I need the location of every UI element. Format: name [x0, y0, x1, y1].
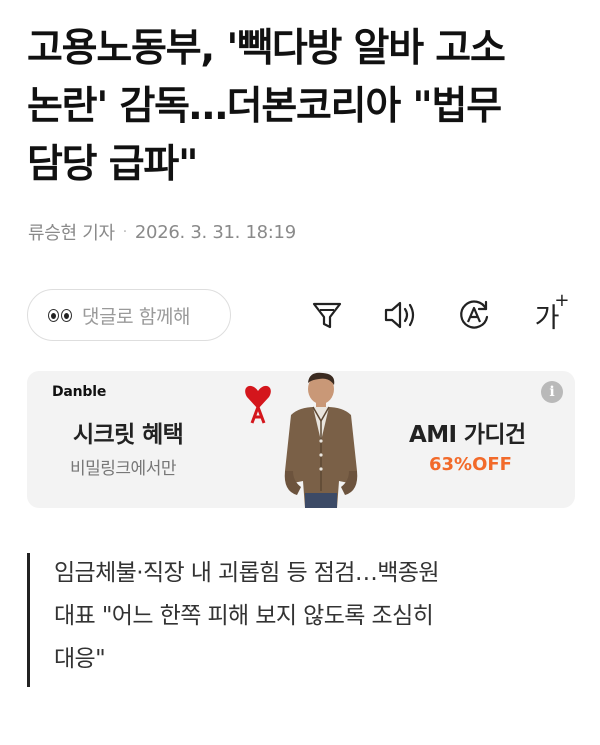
subheadline-line: 대표 "어느 한쪽 피해 보지 않도록 조심히 [54, 603, 434, 629]
author-name[interactable]: 류승현 기자 [28, 219, 115, 245]
font-size-icon[interactable]: 가 + [527, 290, 570, 335]
ami-heart-logo [245, 385, 271, 424]
auto-translate-icon[interactable] [454, 295, 494, 335]
comment-button[interactable]: 댓글로 함께해 [27, 289, 231, 341]
article-headline: 고용노동부, '빽다방 알바 고소 논란' 감독…더본코리아 "법무 담당 급파… [27, 20, 577, 194]
ad-brand: Danble [52, 384, 107, 400]
filter-icon[interactable] [307, 295, 347, 335]
subheadline-line: 임금체불·직장 내 괴롭힘 등 점검…백종원 [54, 560, 440, 586]
article-toolbar: 댓글로 함께해 가 + [27, 289, 577, 341]
ad-product-name: AMI 가디건 [409, 422, 526, 448]
ad-banner[interactable]: Danble i 시크릿 혜택 비밀링크에서만 AMI 가디건 63%OFF [27, 371, 575, 508]
headline-line: 담당 급파" [27, 142, 198, 187]
article-subheadline: 임금체불·직장 내 괴롭힘 등 점검…백종원 대표 "어느 한쪽 피해 보지 않… [27, 553, 577, 687]
ad-info-icon[interactable]: i [541, 381, 563, 403]
headline-line: 논란' 감독…더본코리아 "법무 [27, 84, 502, 129]
meta-separator: · [122, 224, 127, 240]
ad-product-image [245, 372, 358, 508]
ad-subtitle: 비밀링크에서만 [70, 459, 176, 479]
ad-discount: 63%OFF [429, 454, 512, 475]
publish-timestamp: 2026. 3. 31. 18:19 [134, 221, 296, 243]
eyes-icon [48, 308, 72, 322]
font-size-plus: + [554, 289, 570, 311]
comment-placeholder: 댓글로 함께해 [82, 305, 191, 328]
article-meta: 류승현 기자 · 2026. 3. 31. 18:19 [28, 219, 296, 245]
headline-line: 고용노동부, '빽다방 알바 고소 [27, 26, 506, 71]
subheadline-line: 대응" [54, 646, 106, 672]
ad-title: 시크릿 혜택 [73, 422, 184, 448]
speaker-icon[interactable] [381, 295, 421, 335]
